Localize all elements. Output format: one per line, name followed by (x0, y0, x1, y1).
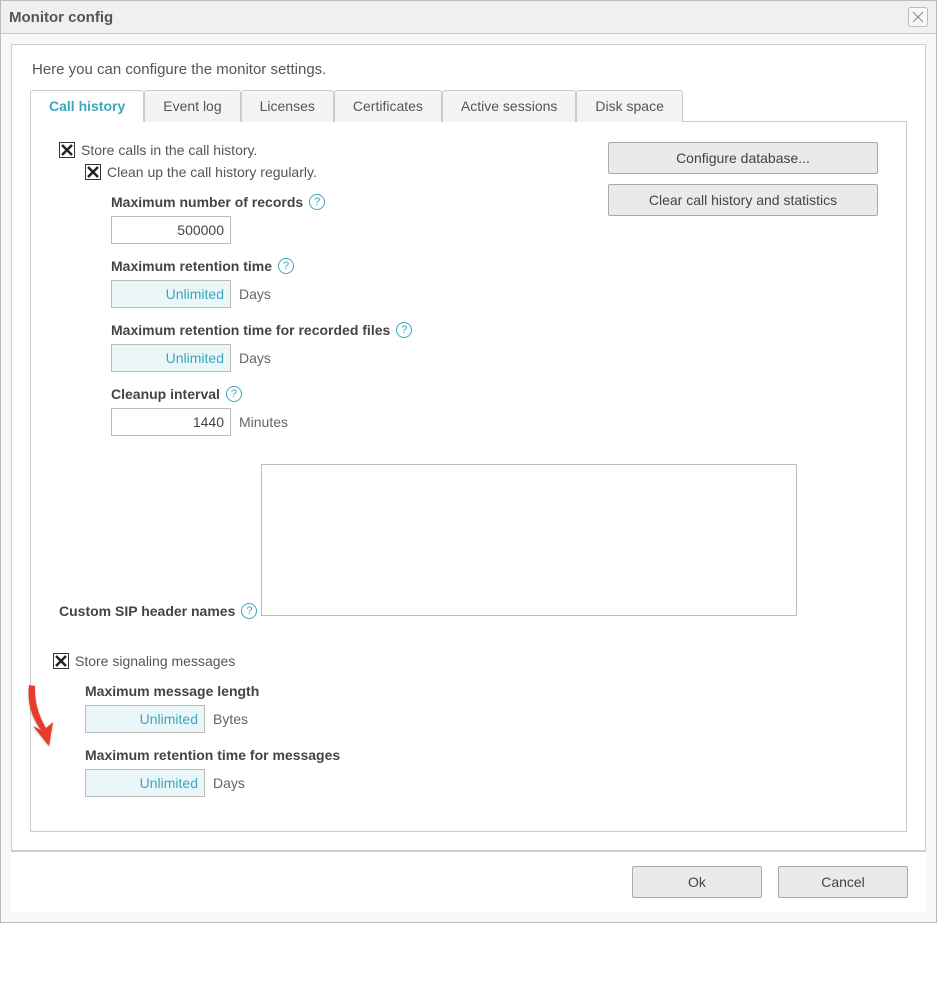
sip-headers-label: Custom SIP header names ? (59, 603, 257, 619)
max-msg-len-unit: Bytes (213, 711, 248, 727)
help-icon[interactable]: ? (396, 322, 412, 338)
close-button[interactable] (908, 7, 928, 27)
max-retention-rec-unit: Days (239, 350, 271, 366)
max-records-label: Maximum number of records ? (111, 194, 325, 210)
tab-disk-space[interactable]: Disk space (576, 90, 682, 122)
content-outer: Here you can configure the monitor setti… (1, 34, 936, 922)
content-panel: Here you can configure the monitor setti… (11, 44, 926, 851)
max-retention-unit: Days (239, 286, 271, 302)
tab-event-log[interactable]: Event log (144, 90, 240, 122)
cleanup-interval-unit: Minutes (239, 414, 288, 430)
max-retention-label: Maximum retention time ? (111, 258, 294, 274)
max-msg-retention-unit: Days (213, 775, 245, 791)
sip-headers-input[interactable] (261, 464, 797, 616)
max-msg-retention-input[interactable] (85, 769, 205, 797)
intro-text: Here you can configure the monitor setti… (32, 61, 907, 78)
store-calls-label: Store calls in the call history. (81, 142, 257, 158)
window-title: Monitor config (9, 9, 113, 26)
cleanup-interval-block: Cleanup interval ? Minutes (111, 386, 878, 436)
help-icon[interactable]: ? (241, 603, 257, 619)
max-msg-retention-label: Maximum retention time for messages (85, 747, 340, 763)
help-icon[interactable]: ? (278, 258, 294, 274)
checkmark-icon (61, 144, 73, 156)
store-signaling-label: Store signaling messages (75, 653, 235, 669)
max-retention-block: Maximum retention time ? Days (111, 258, 878, 308)
max-msg-len-block: Maximum message length Bytes (85, 683, 878, 733)
max-msg-len-label: Maximum message length (85, 683, 259, 699)
tab-call-history[interactable]: Call history (30, 90, 144, 122)
cancel-button[interactable]: Cancel (778, 866, 908, 898)
side-buttons: Configure database... Clear call history… (608, 142, 878, 216)
clear-call-history-button[interactable]: Clear call history and statistics (608, 184, 878, 216)
store-signaling-row: Store signaling messages (53, 653, 878, 669)
checkmark-icon (55, 655, 67, 667)
store-calls-checkbox[interactable] (59, 142, 75, 158)
cleanup-interval-input[interactable] (111, 408, 231, 436)
annotation-arrow-icon (21, 680, 71, 750)
dialog-footer: Ok Cancel (11, 851, 926, 912)
help-icon[interactable]: ? (226, 386, 242, 402)
max-retention-rec-label: Maximum retention time for recorded file… (111, 322, 412, 338)
tab-body: Configure database... Clear call history… (30, 122, 907, 832)
titlebar: Monitor config (1, 1, 936, 34)
max-retention-rec-input[interactable] (111, 344, 231, 372)
sip-headers-block: Custom SIP header names ? (59, 464, 878, 625)
max-msg-retention-block: Maximum retention time for messages Days (85, 747, 878, 797)
monitor-config-window: Monitor config Here you can configure th… (0, 0, 937, 923)
max-retention-rec-block: Maximum retention time for recorded file… (111, 322, 878, 372)
help-icon[interactable]: ? (309, 194, 325, 210)
tab-certificates[interactable]: Certificates (334, 90, 442, 122)
tab-active-sessions[interactable]: Active sessions (442, 90, 576, 122)
tabs: Call history Event log Licenses Certific… (30, 90, 907, 122)
close-icon (912, 11, 924, 23)
checkmark-icon (87, 166, 99, 178)
max-records-input[interactable] (111, 216, 231, 244)
configure-database-button[interactable]: Configure database... (608, 142, 878, 174)
cleanup-interval-label: Cleanup interval ? (111, 386, 242, 402)
store-signaling-checkbox[interactable] (53, 653, 69, 669)
cleanup-checkbox[interactable] (85, 164, 101, 180)
ok-button[interactable]: Ok (632, 866, 762, 898)
tab-licenses[interactable]: Licenses (241, 90, 334, 122)
max-retention-input[interactable] (111, 280, 231, 308)
max-msg-len-input[interactable] (85, 705, 205, 733)
cleanup-label: Clean up the call history regularly. (107, 164, 317, 180)
